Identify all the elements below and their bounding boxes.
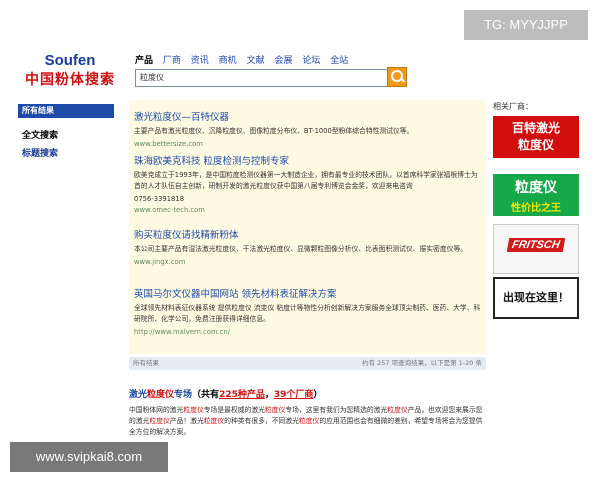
sidebar-links: 全文搜索 标题搜索 bbox=[22, 128, 58, 164]
nav-tab-forum[interactable]: 论坛 bbox=[302, 56, 320, 66]
related-vendors-label: 相关厂商： bbox=[493, 102, 533, 111]
results-footer-label: 所有结果 bbox=[133, 359, 159, 367]
nav-tab-all[interactable]: 全站 bbox=[330, 56, 348, 66]
watermark-top: TG: MYYJJPP bbox=[464, 10, 588, 40]
sponsored-results: 激光粒度仪—百特仪器 主要产品有激光粒度仪、沉降粒度仪、图像粒度分布仪、BT-1… bbox=[129, 100, 486, 354]
product-count-link[interactable]: 225种产品 bbox=[219, 390, 265, 400]
sidebar-link-title[interactable]: 标题搜索 bbox=[22, 146, 58, 159]
result-phone: 0756-3391818 bbox=[134, 195, 185, 203]
result-title-link[interactable]: 珠海欧美克科技 粒度检测与控制专家 bbox=[134, 153, 484, 167]
result-item: 购买粒度仪请找精新粉体 本公司主要产品有湿法激光粒度仪、干法激光粒度仪、显微颗粒… bbox=[134, 227, 484, 266]
sidebar-link-fulltext[interactable]: 全文搜索 bbox=[22, 128, 58, 141]
ad-banner-fritsch[interactable]: FRITSCH bbox=[493, 224, 579, 274]
nav-tab-vendors[interactable]: 厂商 bbox=[163, 56, 181, 66]
category-nav: 产品 厂商 资讯 商机 文献 会展 论坛 全站 bbox=[135, 53, 355, 66]
result-url[interactable]: www.bettersize.com bbox=[134, 140, 484, 148]
result-description: 主要产品有激光粒度仪、沉降粒度仪、图像粒度分布仪、BT-1000型粉体综合特性测… bbox=[134, 127, 414, 135]
result-title-link[interactable]: 激光粒度仪—百特仪器 bbox=[134, 109, 484, 123]
result-description: 欧美克成立于1993年，是中国粒度检测仪器第一大制造企业，拥有最专业的技术团队，… bbox=[134, 171, 478, 190]
fritsch-logo: FRITSCH bbox=[506, 238, 565, 252]
result-item: 激光粒度仪—百特仪器 主要产品有激光粒度仪、沉降粒度仪、图像粒度分布仪、BT-1… bbox=[134, 109, 484, 148]
special-section-title[interactable]: 激光粒度仪专场（共有225种产品，39个厂商） bbox=[129, 387, 322, 400]
vendor-count-link[interactable]: 39个厂商 bbox=[274, 390, 314, 400]
nav-tab-news[interactable]: 资讯 bbox=[191, 56, 209, 66]
logo-text-cn: 中国粉体搜索 bbox=[25, 72, 115, 88]
result-title-link[interactable]: 英国马尔文仪器中国网站 领先材料表征解决方案 bbox=[134, 286, 484, 300]
results-count: 约有 257 项查询结果，以下是第 1-20 条 bbox=[362, 359, 482, 367]
nav-tab-exhibitions[interactable]: 会展 bbox=[274, 56, 292, 66]
nav-tab-papers[interactable]: 文献 bbox=[247, 56, 265, 66]
ad-placeholder-banner[interactable]: 出现在这里！ bbox=[493, 277, 579, 319]
special-section-description: 中国粉体网的激光粒度仪专场是最权威的激光粒度仪专场，这里有我们为您精选的激光粒度… bbox=[129, 406, 483, 436]
result-description: 全球领先材料表征仪器系统 提供粒度仪 流变仪 粘度计等物性分析创新解决方案服务全… bbox=[134, 304, 481, 323]
result-url[interactable]: www.omec-tech.com bbox=[134, 206, 484, 214]
logo-text-en: Soufen bbox=[44, 52, 96, 69]
search-input[interactable]: 粒度仪 bbox=[135, 69, 392, 87]
results-footer: 所有结果 约有 257 项查询结果，以下是第 1-20 条 bbox=[129, 357, 486, 370]
result-url[interactable]: www.jingx.com bbox=[134, 258, 484, 266]
result-title-link[interactable]: 购买粒度仪请找精新粉体 bbox=[134, 227, 484, 241]
search-button[interactable] bbox=[387, 67, 407, 87]
result-description: 本公司主要产品有湿法激光粒度仪、干法激光粒度仪、显微颗粒图像分析仪、比表面积测试… bbox=[134, 245, 468, 253]
nav-tab-products[interactable]: 产品 bbox=[135, 56, 153, 66]
result-url[interactable]: http://www.malvern.com.cn/ bbox=[134, 328, 484, 336]
ad-banner-bettersize[interactable]: 百特激光 粒度仪 bbox=[493, 116, 579, 158]
watermark-bottom: www.svipkai8.com bbox=[10, 442, 168, 472]
site-logo[interactable]: Soufen 中国粉体搜索 bbox=[20, 52, 120, 89]
nav-tab-business[interactable]: 商机 bbox=[219, 56, 237, 66]
sidebar-title: 所有结果 bbox=[18, 104, 114, 118]
ad-banner-particle-analyzer[interactable]: 粒度仪 性价比之王 bbox=[493, 174, 579, 216]
result-item: 珠海欧美克科技 粒度检测与控制专家 欧美克成立于1993年，是中国粒度检测仪器第… bbox=[134, 153, 484, 214]
result-item: 英国马尔文仪器中国网站 领先材料表征解决方案 全球领先材料表征仪器系统 提供粒度… bbox=[134, 286, 484, 336]
